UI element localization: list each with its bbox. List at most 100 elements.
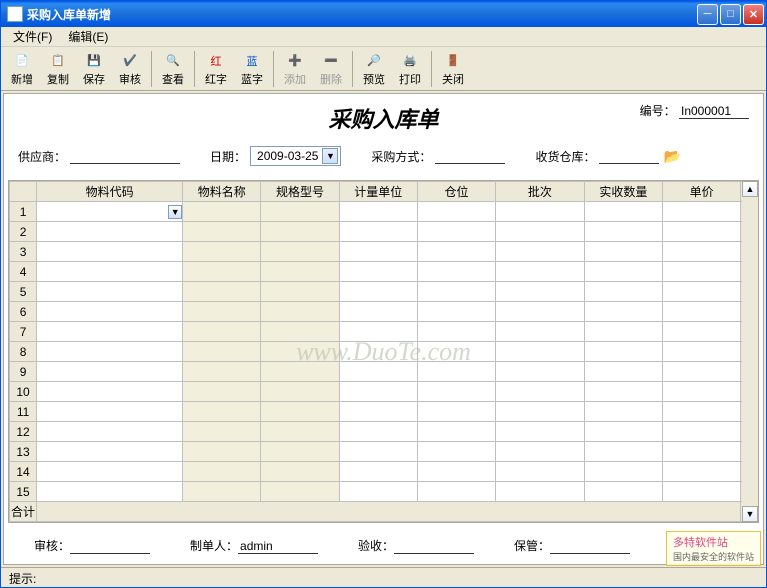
cell[interactable] [584, 382, 662, 402]
cell[interactable] [339, 342, 417, 362]
cell[interactable] [663, 282, 741, 302]
row-number[interactable]: 13 [10, 442, 37, 462]
cell[interactable] [339, 222, 417, 242]
cell[interactable] [584, 242, 662, 262]
cell[interactable] [663, 442, 741, 462]
row-number[interactable]: 1 [10, 202, 37, 222]
cell[interactable] [663, 482, 741, 502]
cell[interactable] [417, 262, 495, 282]
row-number[interactable]: 10 [10, 382, 37, 402]
cell[interactable] [417, 362, 495, 382]
cell[interactable] [663, 362, 741, 382]
cell[interactable] [37, 282, 183, 302]
row-number[interactable]: 2 [10, 222, 37, 242]
table-row[interactable]: 14 [10, 462, 758, 482]
table-row[interactable]: 3 [10, 242, 758, 262]
audit-input[interactable] [70, 539, 150, 554]
minimize-button[interactable]: ─ [697, 4, 718, 25]
cell[interactable] [417, 462, 495, 482]
keeper-input[interactable] [550, 539, 630, 554]
cell[interactable] [663, 302, 741, 322]
cell[interactable] [339, 462, 417, 482]
chevron-down-icon[interactable]: ▼ [168, 205, 182, 219]
cell[interactable] [37, 302, 183, 322]
row-number[interactable]: 12 [10, 422, 37, 442]
cell[interactable] [261, 442, 339, 462]
copy-button[interactable]: 📋复制 [41, 49, 75, 89]
cell[interactable] [339, 302, 417, 322]
new-button[interactable]: 📄新增 [5, 49, 39, 89]
row-number[interactable]: 14 [10, 462, 37, 482]
col-header[interactable]: 单价 [663, 182, 741, 202]
row-number[interactable]: 6 [10, 302, 37, 322]
date-picker[interactable]: 2009-03-25 ▼ [250, 146, 341, 166]
cell[interactable] [339, 402, 417, 422]
cell[interactable] [663, 222, 741, 242]
cell[interactable] [37, 462, 183, 482]
cell[interactable] [584, 262, 662, 282]
cell[interactable] [37, 422, 183, 442]
col-header[interactable]: 计量单位 [339, 182, 417, 202]
cell[interactable] [584, 482, 662, 502]
cell[interactable] [496, 222, 585, 242]
cell[interactable] [496, 242, 585, 262]
cell[interactable] [417, 342, 495, 362]
cell[interactable] [417, 442, 495, 462]
cell[interactable] [663, 382, 741, 402]
data-grid[interactable]: www.DuoTe.com 物料代码物料名称规格型号计量单位仓位批次实收数量单价… [8, 180, 759, 523]
cell[interactable] [496, 482, 585, 502]
cell[interactable] [183, 222, 261, 242]
cell[interactable] [183, 382, 261, 402]
cell[interactable] [584, 222, 662, 242]
cell[interactable]: ▼ [37, 202, 183, 222]
cell[interactable] [261, 342, 339, 362]
row-number[interactable]: 7 [10, 322, 37, 342]
cell[interactable] [261, 322, 339, 342]
table-row[interactable]: 15 [10, 482, 758, 502]
cell[interactable] [37, 322, 183, 342]
audit-button[interactable]: ✔️审核 [113, 49, 147, 89]
cell[interactable] [496, 322, 585, 342]
table-row[interactable]: 10 [10, 382, 758, 402]
cell[interactable] [496, 282, 585, 302]
scroll-up-icon[interactable]: ▲ [742, 181, 758, 197]
cell[interactable] [496, 422, 585, 442]
cell[interactable] [496, 402, 585, 422]
cell[interactable] [261, 362, 339, 382]
cell[interactable] [496, 262, 585, 282]
cell[interactable] [417, 382, 495, 402]
row-number[interactable]: 9 [10, 362, 37, 382]
cell[interactable] [339, 202, 417, 222]
cell[interactable] [496, 462, 585, 482]
cell[interactable] [261, 402, 339, 422]
row-number[interactable]: 11 [10, 402, 37, 422]
cell[interactable] [261, 262, 339, 282]
table-row[interactable]: 8 [10, 342, 758, 362]
cell[interactable] [37, 402, 183, 422]
cell[interactable] [584, 362, 662, 382]
cell[interactable] [37, 222, 183, 242]
cell[interactable] [339, 242, 417, 262]
cell[interactable] [496, 202, 585, 222]
cell[interactable] [663, 422, 741, 442]
preview-button[interactable]: 🔎预览 [357, 49, 391, 89]
titlebar[interactable]: 采购入库单新增 ─ □ ✕ [1, 1, 766, 27]
cell[interactable] [496, 302, 585, 322]
cell[interactable] [339, 482, 417, 502]
cell[interactable] [339, 262, 417, 282]
method-input[interactable] [435, 149, 505, 164]
cell[interactable] [183, 342, 261, 362]
close-window-button[interactable]: ✕ [743, 4, 764, 25]
cell[interactable] [663, 462, 741, 482]
cell[interactable] [584, 342, 662, 362]
col-header[interactable] [10, 182, 37, 202]
row-number[interactable]: 4 [10, 262, 37, 282]
cell[interactable] [584, 462, 662, 482]
cell[interactable] [37, 482, 183, 502]
grid-body[interactable]: 1 ▼ 23456789101112131415 [10, 202, 758, 502]
print-button[interactable]: 🖨️打印 [393, 49, 427, 89]
menu-edit[interactable]: 编辑(E) [60, 26, 116, 47]
row-number[interactable]: 5 [10, 282, 37, 302]
cell[interactable] [339, 282, 417, 302]
cell[interactable] [261, 422, 339, 442]
